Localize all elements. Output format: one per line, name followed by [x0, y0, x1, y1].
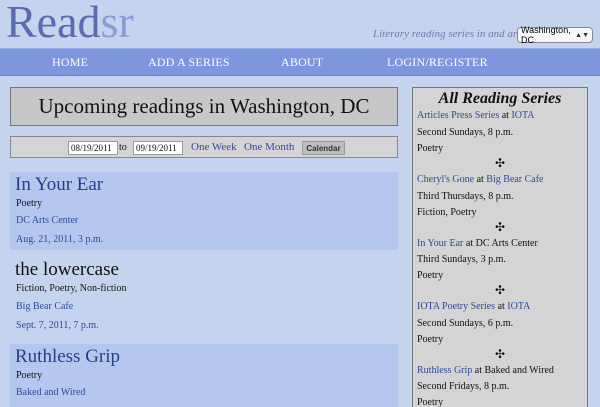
- reading-title-link[interactable]: the lowercase: [15, 259, 119, 281]
- page-title: Upcoming readings in Washington, DC: [38, 94, 370, 118]
- series-item-cheryls-gone: Cheryl's Gone at Big Bear Cafe: [417, 174, 544, 185]
- series-venue-link[interactable]: IOTA: [507, 301, 530, 312]
- series-at: at: [474, 365, 482, 376]
- city-select-value: Washington, DC: [521, 25, 571, 45]
- series-item-ruthless-grip: Ruthless Grip at Baked and Wired: [417, 365, 554, 376]
- main-nav: HOME ADD A SERIES ABOUT LOGIN/REGISTER: [0, 48, 600, 76]
- site-logo[interactable]: Readsr: [6, 0, 134, 46]
- reading-title-link[interactable]: Ruthless Grip: [15, 346, 120, 368]
- city-select[interactable]: Washington, DC ▲▼: [517, 25, 593, 45]
- reading-genre: Fiction, Poetry, Non-fiction: [16, 283, 127, 294]
- series-name-link[interactable]: In Your Ear: [417, 238, 463, 249]
- series-genre: Poetry: [417, 397, 444, 407]
- series-genre: Poetry: [417, 143, 444, 154]
- sidebar-title: All Reading Series: [438, 90, 562, 107]
- series-genre: Poetry: [417, 334, 444, 345]
- series-name-link[interactable]: IOTA Poetry Series: [417, 301, 495, 312]
- series-venue: DC Arts Center: [475, 238, 538, 249]
- series-schedule: Second Sundays, 8 p.m.: [417, 127, 514, 138]
- series-schedule: Second Fridays, 8 p.m.: [417, 381, 510, 392]
- chevron-updown-icon: ▲▼: [575, 31, 589, 39]
- series-schedule: Third Thursdays, 8 p.m.: [417, 191, 514, 202]
- series-genre: Poetry: [417, 270, 444, 281]
- series-at: at: [476, 174, 484, 185]
- series-at: at: [465, 238, 474, 249]
- date-to-input[interactable]: 09/19/2011: [133, 141, 183, 155]
- series-venue-link[interactable]: Big Bear Cafe: [486, 174, 543, 185]
- series-item-articles-press: Articles Press Series at IOTA: [417, 110, 535, 121]
- series-venue: Baked and Wired: [484, 365, 554, 376]
- series-name-link[interactable]: Cheryl's Gone: [417, 174, 474, 185]
- date-from-input[interactable]: 08/19/2011: [68, 141, 118, 155]
- reading-venue-link[interactable]: Big Bear Cafe: [16, 301, 73, 312]
- calendar-button[interactable]: Calendar: [302, 141, 345, 155]
- reading-genre: Poetry: [16, 198, 43, 209]
- reading-title-link[interactable]: In Your Ear: [15, 174, 103, 196]
- reading-venue-link[interactable]: Baked and Wired: [16, 387, 85, 398]
- reading-item: Ruthless Grip Poetry Baked and Wired: [10, 344, 398, 407]
- series-name-link[interactable]: Ruthless Grip: [417, 365, 472, 376]
- header: Readsr Literary reading series in and ar…: [0, 0, 600, 48]
- date-to-label: to: [119, 142, 127, 153]
- series-item-iota-poetry: IOTA Poetry Series at IOTA: [417, 301, 530, 312]
- series-item-in-your-ear: In Your Ear at DC Arts Center: [417, 238, 538, 249]
- nav-add-series[interactable]: ADD A SERIES: [148, 55, 230, 70]
- separator-icon: ✣: [494, 347, 506, 361]
- series-venue-link[interactable]: IOTA: [511, 110, 534, 121]
- series-sidebar: All Reading Series Articles Press Series…: [412, 87, 588, 407]
- separator-icon: ✣: [494, 283, 506, 297]
- nav-home[interactable]: HOME: [52, 55, 88, 70]
- series-at: at: [501, 110, 509, 121]
- series-schedule: Second Sundays, 6 p.m.: [417, 318, 514, 329]
- one-month-link[interactable]: One Month: [244, 141, 294, 153]
- date-filter-bar: 08/19/2011 to 09/19/2011 One Week One Mo…: [10, 136, 398, 158]
- series-schedule: Third Sundays, 3 p.m.: [417, 254, 506, 265]
- series-name-link[interactable]: Articles Press Series: [417, 110, 499, 121]
- reading-item: the lowercase Fiction, Poetry, Non-ficti…: [10, 257, 398, 335]
- nav-login-register[interactable]: LOGIN/REGISTER: [387, 55, 488, 70]
- reading-date-link[interactable]: Aug. 21, 2011, 3 p.m.: [16, 234, 103, 245]
- series-genre: Fiction, Poetry: [417, 207, 477, 218]
- site-tagline: Literary reading series in and around: [373, 28, 539, 40]
- reading-venue-link[interactable]: DC Arts Center: [16, 215, 78, 226]
- separator-icon: ✣: [494, 156, 506, 170]
- reading-item: In Your Ear Poetry DC Arts Center Aug. 2…: [10, 172, 398, 250]
- series-at: at: [497, 301, 505, 312]
- reading-date-link[interactable]: Sept. 7, 2011, 7 p.m.: [16, 320, 99, 331]
- page-title-box: Upcoming readings in Washington, DC: [10, 87, 398, 126]
- separator-icon: ✣: [494, 220, 506, 234]
- reading-genre: Poetry: [16, 370, 43, 381]
- nav-about[interactable]: ABOUT: [281, 55, 323, 70]
- one-week-link[interactable]: One Week: [191, 141, 237, 153]
